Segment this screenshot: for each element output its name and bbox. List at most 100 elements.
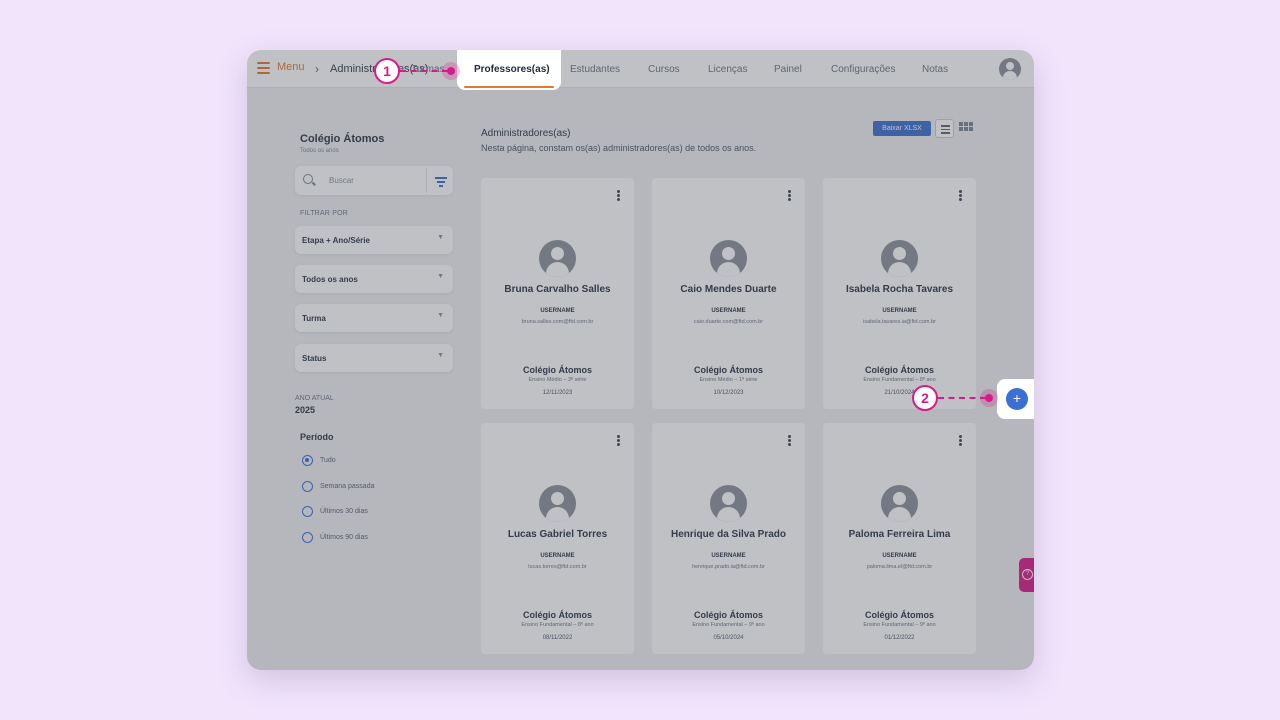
search-icon [303, 174, 313, 184]
school-year-scope: Todos os anos [300, 148, 339, 154]
page-description: Nesta página, constam os(as) administrad… [481, 143, 757, 153]
tab-configuracoes[interactable]: Configurações [831, 64, 895, 75]
search-placeholder: Buscar [329, 176, 354, 185]
user-name: Caio Mendes Duarte [680, 284, 777, 295]
menu-button[interactable]: Menu [257, 61, 305, 74]
select-label: Turma [302, 314, 326, 323]
school-name: Colégio Átomos [300, 133, 385, 145]
user-school: Colégio Átomos [694, 365, 763, 375]
select-label: Status [302, 354, 327, 363]
list-view-icon[interactable] [935, 119, 954, 138]
avatar-icon [881, 485, 918, 522]
radio-label: Semana passada [320, 483, 375, 490]
avatar-icon [539, 485, 576, 522]
user-card[interactable]: Isabela Rocha Tavares USERNAME isabela.t… [823, 178, 976, 409]
tab-professores[interactable]: Professores(as) [457, 50, 561, 90]
avatar-icon [881, 240, 918, 277]
select-turma[interactable]: Turma ▼ [295, 304, 453, 332]
callout-1-dot [447, 67, 455, 75]
radio-icon [302, 506, 313, 517]
chevron-right-icon: › [315, 62, 319, 76]
username-label: USERNAME [540, 553, 575, 559]
active-tab-indicator [464, 86, 554, 88]
user-name: Isabela Rocha Tavares [845, 284, 954, 295]
tab-estudantes[interactable]: Estudantes [570, 64, 620, 75]
download-xlsx-button[interactable]: Baixar XLSX [873, 121, 931, 136]
user-school: Colégio Átomos [694, 610, 763, 620]
username-label: USERNAME [711, 308, 746, 314]
select-label: Todos os anos [302, 275, 358, 284]
tab-painel[interactable]: Painel [774, 64, 802, 75]
user-card[interactable]: Paloma Ferreira Lima USERNAME paloma.lim… [823, 423, 976, 654]
callout-1-badge: 1 [374, 58, 400, 84]
radio-semana-passada[interactable]: Semana passada [302, 481, 374, 492]
user-card[interactable]: Caio Mendes Duarte USERNAME caio.duarte.… [652, 178, 805, 409]
username-label: USERNAME [882, 553, 917, 559]
select-status[interactable]: Status ▼ [295, 344, 453, 372]
user-email: bruna.salles.com@ftd.com.br [521, 319, 594, 325]
user-date: 10/12/2023 [713, 390, 744, 396]
callout-2-dot [985, 394, 993, 402]
chevron-down-icon: ▼ [437, 312, 444, 319]
tab-licencas[interactable]: Licenças [708, 64, 747, 75]
user-card[interactable]: Lucas Gabriel Torres USERNAME lucas.torr… [481, 423, 634, 654]
more-options-icon[interactable] [617, 435, 620, 446]
tab-cursos[interactable]: Cursos [648, 64, 680, 75]
radio-checked-icon [302, 455, 313, 466]
user-stage: Ensino Fundamental – 9º ano [863, 622, 936, 628]
callout-2-line [938, 397, 986, 399]
radio-icon [302, 532, 313, 543]
user-school: Colégio Átomos [865, 365, 934, 375]
more-options-icon[interactable] [788, 435, 791, 446]
username-label: USERNAME [882, 308, 917, 314]
more-options-icon[interactable] [788, 190, 791, 201]
user-card[interactable]: Bruna Carvalho Salles USERNAME bruna.sal… [481, 178, 634, 409]
radio-icon [302, 481, 313, 492]
add-user-button[interactable]: + [1006, 388, 1028, 410]
user-email: lucas.torres@ftd.com.br [528, 564, 587, 570]
more-options-icon[interactable] [959, 190, 962, 201]
filter-by-label: FILTRAR POR [300, 210, 348, 217]
radio-tudo[interactable]: Tudo [302, 455, 336, 466]
username-label: USERNAME [540, 308, 575, 314]
user-school: Colégio Átomos [523, 610, 592, 620]
user-card[interactable]: Henrique da Silva Prado USERNAME henriqu… [652, 423, 805, 654]
user-date: 21/10/2024 [884, 390, 915, 396]
tab-professores-label: Professores(as) [474, 64, 550, 75]
periodo-title: Período [300, 432, 334, 442]
user-stage: Ensino Médio – 1ª série [699, 377, 758, 383]
user-email: henrique.prado.ia@ftd.com.br [692, 564, 765, 570]
search-input[interactable]: Buscar [295, 166, 453, 195]
chevron-down-icon: ▼ [437, 273, 444, 280]
user-stage: Ensino Fundamental – 9º ano [692, 622, 765, 628]
chevron-down-icon: ▼ [437, 352, 444, 359]
username-label: USERNAME [711, 553, 746, 559]
hamburger-icon [257, 61, 270, 74]
chevron-down-icon: ▼ [437, 234, 444, 241]
grid-view-icon[interactable] [959, 122, 973, 136]
user-school: Colégio Átomos [523, 365, 592, 375]
user-school: Colégio Átomos [865, 610, 934, 620]
select-ano[interactable]: Todos os anos ▼ [295, 265, 453, 293]
radio-ultimos-30-dias[interactable]: Últimos 30 dias [302, 506, 368, 517]
user-stage: Ensino Médio – 3ª série [528, 377, 587, 383]
fab-container: + [997, 379, 1034, 419]
avatar-icon [710, 240, 747, 277]
callout-1-line [400, 70, 448, 72]
radio-ultimos-90-dias[interactable]: Últimos 90 dias [302, 532, 368, 543]
user-date: 01/12/2022 [884, 635, 915, 641]
avatar-icon [710, 485, 747, 522]
user-name: Henrique da Silva Prado [670, 529, 787, 540]
help-question-icon[interactable] [1019, 558, 1034, 592]
user-email: isabela.tavares.ia@ftd.com.br [863, 319, 936, 325]
filter-icon[interactable] [435, 177, 447, 187]
user-stage: Ensino Fundamental – 8º ano [863, 377, 936, 383]
radio-label: Últimos 30 dias [320, 508, 368, 515]
page-title: Administradores(as) [481, 128, 571, 139]
more-options-icon[interactable] [617, 190, 620, 201]
select-etapa-ano-serie[interactable]: Etapa + Ano/Série ▼ [295, 226, 453, 254]
tab-notas[interactable]: Notas [922, 64, 948, 75]
more-options-icon[interactable] [959, 435, 962, 446]
user-stage: Ensino Fundamental – 8º ano [521, 622, 594, 628]
user-avatar-icon[interactable] [999, 58, 1021, 80]
